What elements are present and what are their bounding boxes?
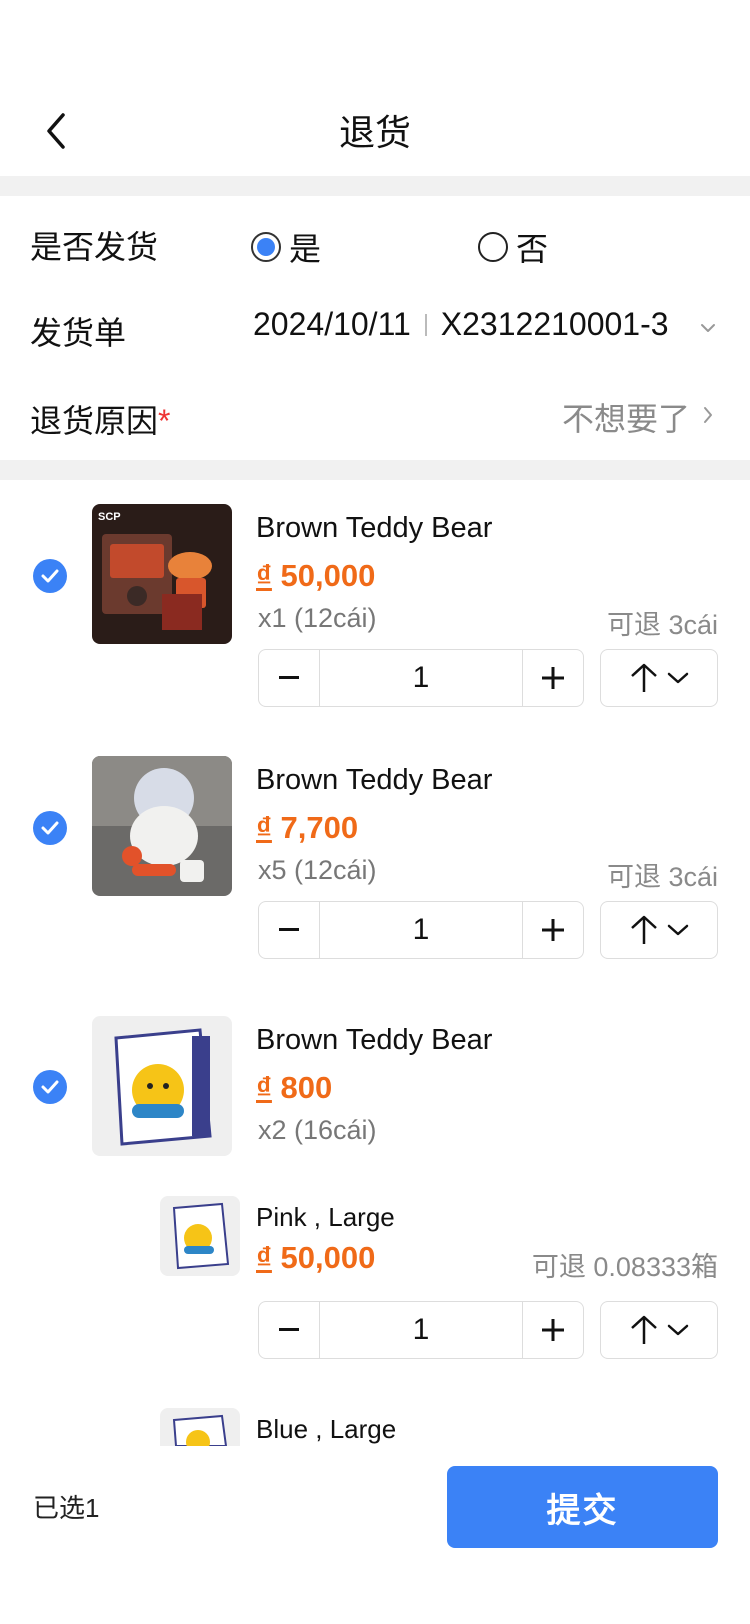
header: 退货: [0, 0, 750, 176]
quantity-info: x2 (16cái): [258, 1115, 377, 1145]
invoice-number: X2312210001-3: [440, 306, 669, 342]
increment-button[interactable]: [523, 902, 583, 958]
decrement-button[interactable]: [259, 902, 319, 958]
item-checkbox[interactable]: [33, 559, 67, 593]
item-checkbox[interactable]: [33, 811, 67, 845]
product-image: [92, 1016, 232, 1156]
reason-label-text: 退货原因: [30, 403, 159, 439]
invoice-select[interactable]: 2024/10/11 X2312210001-3: [253, 306, 669, 343]
arrow-up-icon: [631, 915, 657, 944]
product-name: Brown Teddy Bear: [256, 1024, 493, 1056]
radio-no-label: 否: [516, 231, 549, 267]
quantity-value[interactable]: 1: [319, 650, 523, 706]
decrement-button[interactable]: [259, 1302, 319, 1358]
plus-icon: [542, 667, 564, 689]
svg-text:SCP: SCP: [98, 511, 121, 523]
quantity-info: x1 (12cái): [258, 603, 377, 633]
chevron-down-icon: [667, 924, 689, 936]
product-image: [92, 756, 232, 896]
shipped-label: 是否发货: [30, 229, 159, 265]
invoice-date: 2024/10/11: [253, 306, 411, 342]
reason-value[interactable]: 不想要了: [562, 394, 690, 440]
chevron-right-icon[interactable]: [702, 406, 714, 424]
price-value: 50,000: [280, 1240, 376, 1275]
currency-symbol: ₫: [256, 1070, 272, 1105]
unit-select[interactable]: [600, 1301, 718, 1359]
plus-icon: [542, 1319, 564, 1341]
currency-symbol: ₫: [256, 810, 272, 845]
invoice-label: 发货单: [30, 315, 127, 351]
selected-count: 已选1: [33, 1493, 100, 1523]
variant-name: Pink , Large: [256, 1202, 395, 1232]
check-icon: [41, 569, 59, 583]
chevron-down-icon: [667, 672, 689, 684]
radio-unchecked-icon: [478, 232, 508, 262]
radio-checked-icon: [251, 232, 281, 262]
section-divider: [0, 460, 750, 480]
quantity-stepper[interactable]: 1: [258, 901, 584, 959]
returnable-count: 可退 3cái: [606, 610, 718, 640]
chevron-down-icon[interactable]: [700, 322, 716, 334]
returnable-count: 可退 3cái: [606, 862, 718, 892]
variant-image: [160, 1408, 240, 1446]
item-checkbox[interactable]: [33, 1070, 67, 1104]
chevron-down-icon: [667, 1324, 689, 1336]
price-value: 50,000: [280, 558, 376, 593]
variant-image: [160, 1196, 240, 1276]
quantity-stepper[interactable]: 1: [258, 1301, 584, 1359]
minus-icon: [279, 676, 299, 679]
minus-icon: [279, 1328, 299, 1331]
required-mark: *: [158, 403, 171, 439]
plus-icon: [542, 919, 564, 941]
product-price: ₫ 50,000: [256, 558, 375, 594]
section-divider: [0, 176, 750, 196]
variant-name: Blue , Large: [256, 1414, 397, 1444]
submit-button[interactable]: 提交: [447, 1466, 718, 1548]
currency-symbol: ₫: [256, 558, 272, 593]
product-price: ₫ 800: [256, 1070, 332, 1106]
price-value: 7,700: [280, 810, 359, 845]
increment-button[interactable]: [523, 650, 583, 706]
check-icon: [41, 1080, 59, 1094]
radio-yes-label: 是: [289, 231, 322, 267]
quantity-value[interactable]: 1: [319, 902, 523, 958]
quantity-info: x5 (12cái): [258, 855, 377, 885]
increment-button[interactable]: [523, 1302, 583, 1358]
page-title: 退货: [338, 112, 411, 153]
returnable-count: 可退 0.08333箱: [531, 1252, 718, 1282]
variant-price: ₫ 50,000: [256, 1240, 375, 1276]
radio-shipped-no[interactable]: 否: [478, 224, 548, 270]
unit-select[interactable]: [600, 649, 718, 707]
radio-shipped-yes[interactable]: 是: [251, 224, 321, 270]
product-name: Brown Teddy Bear: [256, 512, 493, 544]
product-image: SCP: [92, 504, 232, 644]
arrow-up-icon: [631, 1315, 657, 1344]
currency-symbol: ₫: [256, 1240, 272, 1275]
arrow-up-icon: [631, 663, 657, 692]
minus-icon: [279, 928, 299, 931]
price-value: 800: [280, 1070, 333, 1105]
check-icon: [41, 821, 59, 835]
quantity-stepper[interactable]: 1: [258, 649, 584, 707]
product-name: Brown Teddy Bear: [256, 764, 493, 796]
product-price: ₫ 7,700: [256, 810, 358, 846]
unit-select[interactable]: [600, 901, 718, 959]
reason-label: 退货原因*: [30, 396, 170, 442]
quantity-value[interactable]: 1: [319, 1302, 523, 1358]
separator: [424, 313, 427, 336]
decrement-button[interactable]: [259, 650, 319, 706]
